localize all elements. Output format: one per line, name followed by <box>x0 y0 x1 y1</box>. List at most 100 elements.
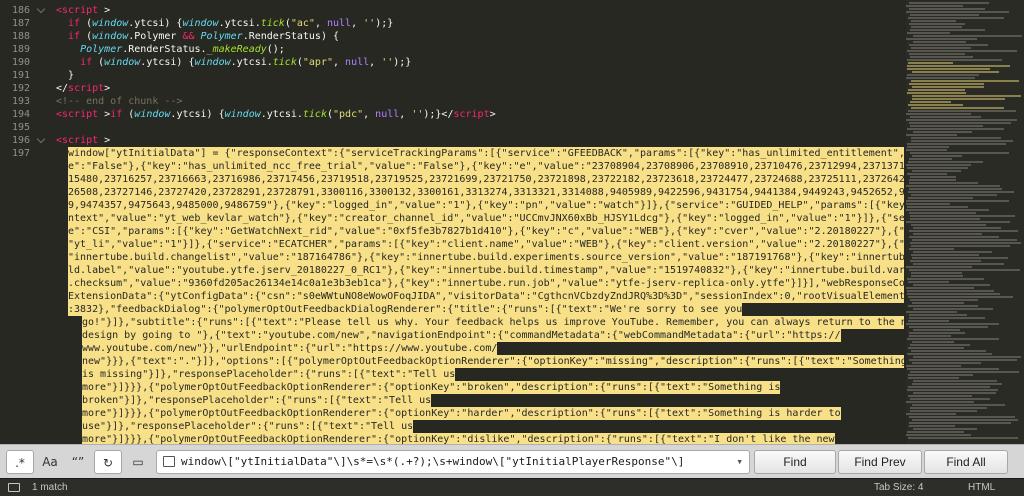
minimap-line <box>913 329 960 331</box>
code-line: } <box>56 69 74 82</box>
minimap-line <box>912 86 984 88</box>
fold-arrow-icon[interactable] <box>36 134 46 144</box>
wrap-toggle-button[interactable]: ↻ <box>94 450 122 474</box>
selected-match-line: more"}]}}},{"polymerOptOutFeedbackOption… <box>82 433 835 444</box>
line-number-gutter: 186 187 188 189 190 191 192 193 194 195 196 197 <box>0 0 48 444</box>
code-token: '' <box>363 18 376 29</box>
minimap-line <box>907 59 1002 61</box>
panel-icon[interactable] <box>8 483 20 492</box>
code-token: if <box>56 57 93 68</box>
find-input[interactable] <box>181 451 721 473</box>
minimap-line <box>909 158 952 160</box>
line-number: 191 <box>11 70 30 81</box>
code-token: > <box>98 135 111 146</box>
minimap-line <box>913 263 1004 265</box>
code-token: '' <box>381 57 394 68</box>
selected-match-line: ExtensionData":{"ytConfigData":{"csn":"s… <box>68 290 904 303</box>
syntax-setting[interactable]: HTML <box>968 482 995 493</box>
minimap-line <box>913 251 992 253</box>
code-view[interactable]: <script > if (window.ytcsi) {window.ytcs… <box>56 0 904 444</box>
code-token: window <box>182 18 219 29</box>
minimap-line <box>911 224 986 226</box>
minimap-line <box>912 98 1005 100</box>
code-line: </script> <box>56 82 110 95</box>
minimap-line <box>911 26 962 28</box>
code-token: .Polymer <box>128 31 183 42</box>
code-token: , <box>333 57 346 68</box>
match-count: 1 match <box>32 482 68 493</box>
find-prev-button[interactable]: Find Prev <box>838 450 922 474</box>
minimap-line <box>906 119 1017 121</box>
minimap-line <box>910 410 977 412</box>
minimap-line <box>908 281 949 283</box>
code-token: window <box>194 57 231 68</box>
chevron-down-icon[interactable]: ▾ <box>736 455 743 468</box>
minimap-line <box>907 338 999 340</box>
selected-match-line: :3832},"feedbackDialog":{"polymerOptOutF… <box>68 303 743 316</box>
selected-match-line: .checksum","value":"9360fd205ac26134e14c… <box>68 277 904 290</box>
minimap-line <box>909 422 1011 424</box>
fold-arrow-icon[interactable] <box>36 4 46 14</box>
line-number: 194 <box>11 109 30 120</box>
minimap[interactable] <box>906 0 1024 444</box>
minimap-line <box>909 122 1011 124</box>
whole-word-toggle-button[interactable]: “” <box>64 450 92 474</box>
minimap-line <box>908 437 1018 439</box>
selected-match-line: broken"}]},"responsePlaceholder":{"runs"… <box>82 394 432 407</box>
code-token: .ytcsi) { <box>170 109 225 120</box>
minimap-line <box>913 380 997 382</box>
case-sensitive-toggle-button[interactable]: Aa <box>36 450 64 474</box>
minimap-line <box>906 149 947 151</box>
minimap-line <box>909 332 965 334</box>
code-token: Polymer <box>200 31 243 42</box>
minimap-line <box>909 335 951 337</box>
minimap-line <box>908 386 990 388</box>
quote-icon: “” <box>71 455 85 469</box>
code-line <box>56 147 68 160</box>
code-token: .RenderStatus) { <box>242 31 340 42</box>
line-number: 190 <box>11 57 30 68</box>
editor-area[interactable]: 186 187 188 189 190 191 192 193 194 195 196 197 <sc… <box>0 0 1024 444</box>
code-token: Polymer <box>80 44 123 55</box>
code-line: <script >if (window.ytcsi) {window.ytcsi… <box>56 108 496 121</box>
tab-size-setting[interactable]: Tab Size: 4 <box>874 482 923 493</box>
code-token: .RenderStatus. <box>122 44 207 55</box>
minimap-line <box>909 248 954 250</box>
minimap-line <box>913 233 982 235</box>
minimap-line <box>906 413 956 415</box>
find-input-box[interactable]: ▾ <box>156 450 750 474</box>
minimap-line <box>910 125 983 127</box>
find-all-button[interactable]: Find All <box>924 450 1008 474</box>
selected-match-line: more"}]}}},{"polymerOptOutFeedbackOption… <box>82 381 781 394</box>
minimap-line <box>907 353 992 355</box>
code-token: null <box>327 18 352 29</box>
code-token: > <box>104 83 111 94</box>
in-selection-toggle-button[interactable]: ▭ <box>124 450 152 474</box>
minimap-line <box>909 326 988 328</box>
minimap-line <box>909 416 1015 418</box>
code-token: if <box>56 31 81 42</box>
line-number: 192 <box>11 83 30 94</box>
status-bar: 1 match Tab Size: 4 HTML <box>0 478 1024 496</box>
minimap-line <box>908 17 1004 19</box>
minimap-line <box>911 140 1013 142</box>
code-token: .ytcsi. <box>218 18 261 29</box>
code-token: > <box>98 109 111 120</box>
line-number: 197 <box>11 148 30 159</box>
minimap-line <box>912 95 1021 97</box>
selected-match-line: is missing"}]},"responsePlaceholder":{"r… <box>82 368 456 381</box>
code-token: <script <box>56 109 99 120</box>
code-token: > <box>489 109 496 120</box>
minimap-line <box>909 44 988 46</box>
code-token: '' <box>411 109 424 120</box>
code-token: } <box>56 70 75 81</box>
minimap-line <box>908 296 1013 298</box>
minimap-line <box>907 368 999 370</box>
minimap-line <box>912 155 962 157</box>
find-button[interactable]: Find <box>754 450 836 474</box>
minimap-line <box>912 257 1008 259</box>
minimap-line <box>907 167 968 169</box>
regex-toggle-button[interactable]: .* <box>6 450 34 474</box>
minimap-line <box>910 14 979 16</box>
